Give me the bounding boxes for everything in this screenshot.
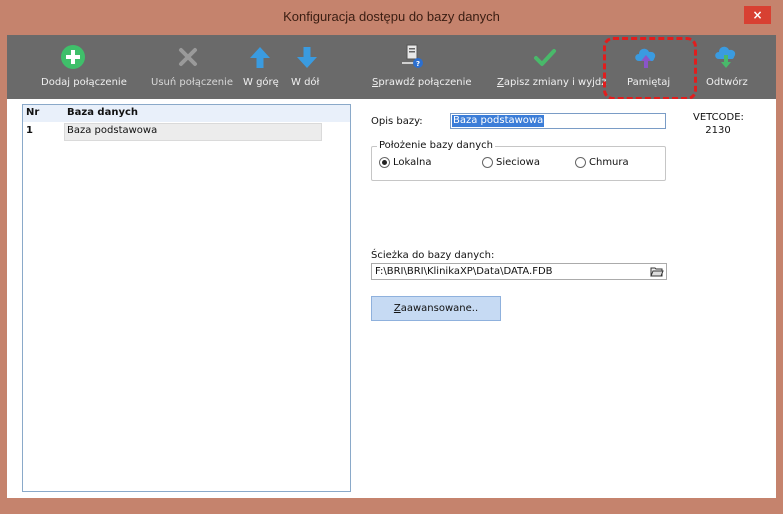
row-name: Baza podstawowa bbox=[67, 125, 158, 136]
remove-connection-label: Usuń połączenie bbox=[151, 77, 233, 88]
window-frame: Konfiguracja dostępu do bazy danych × Do… bbox=[0, 0, 783, 514]
advanced-button[interactable]: Zaawansowane.. bbox=[371, 296, 501, 321]
x-icon bbox=[179, 48, 197, 66]
title-bar: Konfiguracja dostępu do bazy danych × bbox=[0, 0, 783, 35]
vetcode-value: 2130 bbox=[705, 125, 731, 136]
path-input[interactable]: F:\BRI\BRI\KlinikaXP\Data\DATA.FDB bbox=[371, 263, 667, 280]
window-title: Konfiguracja dostępu do bazy danych bbox=[283, 9, 500, 24]
connections-grid[interactable]: Nr Baza danych 1 Baza podstawowa bbox=[22, 104, 351, 492]
add-connection-button[interactable]: Dodaj połączenie bbox=[37, 35, 127, 99]
cloud-upload-icon bbox=[635, 48, 656, 68]
check-label-rest: prawdź połączenie bbox=[378, 77, 472, 88]
description-value: Baza podstawowa bbox=[452, 115, 545, 127]
radio-cloud[interactable]: Chmura bbox=[575, 157, 629, 168]
check-connection-button[interactable]: ? Sprawdź połączenie bbox=[368, 35, 472, 99]
advanced-accel-key: Z bbox=[393, 303, 401, 314]
grid-header-name: Baza danych bbox=[67, 107, 139, 118]
radio-network[interactable]: Sieciowa bbox=[482, 157, 540, 168]
toolbar: Dodaj połączenie Usuń połączenie W górę … bbox=[7, 35, 776, 100]
description-label: Opis bazy: bbox=[371, 116, 423, 127]
location-groupbox: Położenie bazy danych Lokalna Sieciowa C… bbox=[371, 140, 666, 181]
restore-label: Odtwórz bbox=[706, 77, 748, 88]
remember-button[interactable]: Pamiętaj bbox=[621, 35, 671, 99]
radio-local-label: Lokalna bbox=[393, 157, 432, 168]
radio-local-indicator bbox=[379, 157, 390, 168]
move-up-button[interactable]: W górę bbox=[239, 35, 281, 99]
folder-open-icon[interactable] bbox=[650, 265, 664, 278]
restore-button[interactable]: Odtwórz bbox=[700, 35, 752, 99]
table-row[interactable]: 1 Baza podstawowa bbox=[23, 123, 350, 141]
dialog-body: Nr Baza danych 1 Baza podstawowa Opis ba… bbox=[7, 99, 776, 498]
advanced-label-rest: aawansowane.. bbox=[400, 303, 479, 314]
row-nr: 1 bbox=[26, 125, 33, 136]
path-value: F:\BRI\BRI\KlinikaXP\Data\DATA.FDB bbox=[375, 266, 553, 277]
save-and-exit-label: Zapisz zmiany i wyjdź bbox=[497, 77, 607, 88]
remember-label: Pamiętaj bbox=[627, 77, 671, 88]
radio-network-label: Sieciowa bbox=[496, 157, 540, 168]
save-and-exit-button[interactable]: Zapisz zmiany i wyjdź bbox=[493, 35, 607, 99]
add-connection-label: Dodaj połączenie bbox=[41, 77, 127, 88]
radio-cloud-label: Chmura bbox=[589, 157, 629, 168]
move-down-label: W dół bbox=[291, 77, 320, 88]
description-input[interactable]: Baza podstawowa bbox=[450, 113, 666, 129]
grid-header: Nr Baza danych bbox=[23, 105, 350, 122]
svg-text:?: ? bbox=[416, 60, 420, 68]
vetcode-label: VETCODE: bbox=[693, 112, 744, 123]
path-label: Ścieżka do bazy danych: bbox=[371, 250, 495, 261]
move-down-button[interactable]: W dół bbox=[287, 35, 327, 99]
radio-cloud-indicator bbox=[575, 157, 586, 168]
save-label-rest: apisz zmiany i wyjdź bbox=[503, 77, 607, 88]
location-groupbox-title: Położenie bazy danych bbox=[377, 140, 495, 151]
close-button[interactable]: × bbox=[744, 6, 771, 24]
remove-connection-button[interactable]: Usuń połączenie bbox=[148, 35, 233, 99]
server-check-icon: ? bbox=[402, 44, 423, 68]
cloud-download-icon bbox=[715, 46, 736, 68]
radio-network-indicator bbox=[482, 157, 493, 168]
plus-circle-icon bbox=[61, 45, 85, 69]
save-accel-key: Z bbox=[497, 77, 504, 88]
move-up-label: W górę bbox=[243, 77, 279, 88]
radio-local[interactable]: Lokalna bbox=[379, 157, 432, 168]
check-connection-label: Sprawdź połączenie bbox=[372, 77, 472, 88]
vetcode-info: VETCODE: 2130 bbox=[693, 111, 744, 137]
checkmark-icon bbox=[534, 49, 556, 66]
arrow-up-icon bbox=[250, 47, 270, 68]
arrow-down-icon bbox=[297, 47, 317, 68]
grid-header-nr: Nr bbox=[26, 107, 40, 118]
